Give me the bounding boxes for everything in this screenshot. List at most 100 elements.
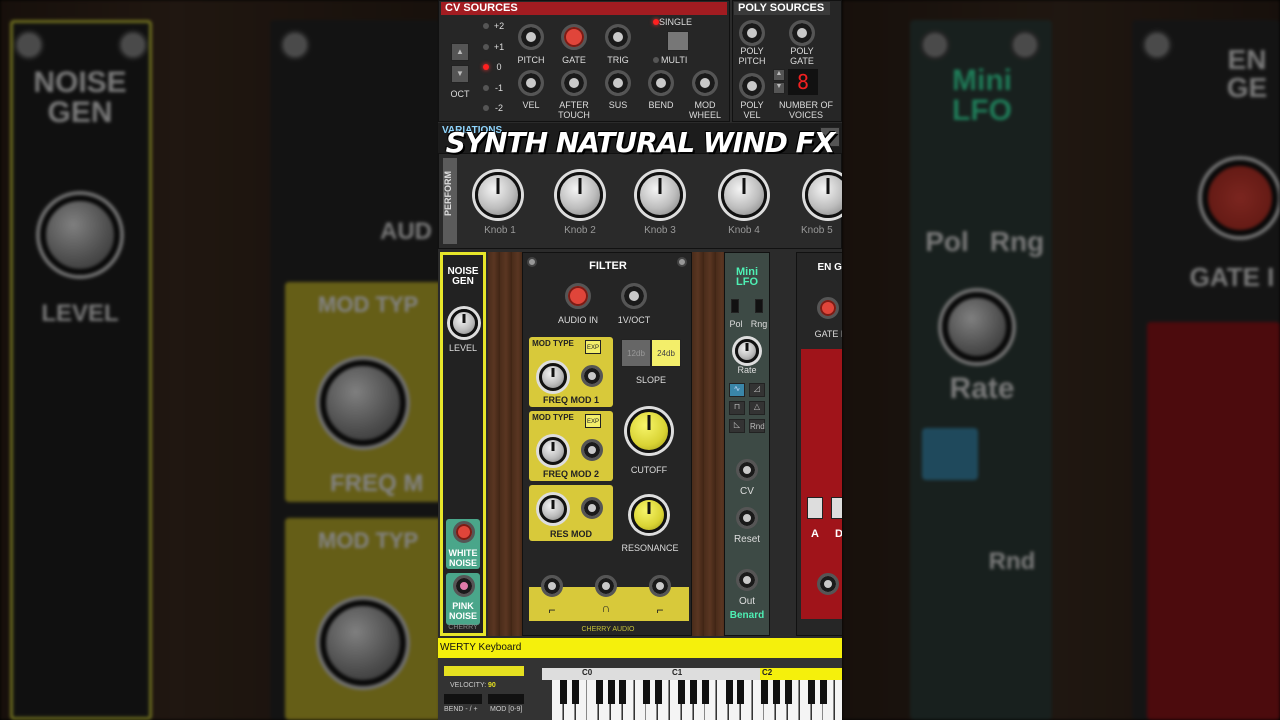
- freq-mod-2-knob[interactable]: [539, 437, 567, 465]
- lfo-reset-label: Reset: [733, 534, 761, 545]
- rng-label: Rng: [750, 319, 768, 329]
- mod-bar[interactable]: [488, 694, 524, 704]
- res-mod-jack[interactable]: [581, 497, 603, 519]
- velocity-bar[interactable]: [444, 666, 524, 676]
- aftertouch-jack[interactable]: [561, 70, 587, 96]
- v-oct-jack[interactable]: [621, 283, 647, 309]
- white-noise-jack[interactable]: [453, 521, 475, 543]
- black-key[interactable]: [701, 680, 709, 704]
- resonance-label: RESONANCE: [621, 543, 679, 553]
- audio-in-jack[interactable]: [565, 283, 591, 309]
- black-key[interactable]: [654, 680, 662, 704]
- black-key[interactable]: [760, 680, 768, 704]
- freq-mod-1-knob[interactable]: [539, 363, 567, 391]
- env-out-jack[interactable]: [817, 573, 839, 595]
- perform-knob-3[interactable]: [637, 172, 683, 218]
- bend-jack[interactable]: [648, 70, 674, 96]
- freq-mod-2-jack[interactable]: [581, 439, 603, 461]
- ramp-wave-button[interactable]: ◺: [729, 419, 745, 433]
- black-key[interactable]: [607, 680, 615, 704]
- perform-knob-2[interactable]: [557, 172, 603, 218]
- bg-env-sliders: [1147, 322, 1280, 720]
- black-key[interactable]: [619, 680, 627, 704]
- attack-slider[interactable]: [807, 497, 823, 519]
- voices-label: NUMBER OF VOICES: [779, 100, 833, 120]
- decay-label: D: [835, 528, 842, 540]
- mod-label: MOD [0-9]: [490, 706, 523, 713]
- octave-c0-label: C0: [582, 668, 593, 677]
- black-key[interactable]: [784, 680, 792, 704]
- black-key[interactable]: [560, 680, 568, 704]
- square-wave-button[interactable]: ⊓: [729, 401, 745, 415]
- freq-mod-1-jack[interactable]: [581, 365, 603, 387]
- exp-button-2[interactable]: EXP: [585, 414, 601, 428]
- trig-jack[interactable]: [605, 24, 631, 50]
- resonance-knob[interactable]: [631, 497, 667, 533]
- oct-zero: 0: [496, 62, 502, 72]
- pitch-jack[interactable]: [518, 24, 544, 50]
- pol-switch[interactable]: [731, 299, 739, 313]
- lowpass-out-jack-front[interactable]: [541, 575, 563, 597]
- oct-up-button[interactable]: ▲: [451, 43, 469, 61]
- slope-label: SLOPE: [635, 375, 666, 385]
- mod-wheel-jack[interactable]: [692, 70, 718, 96]
- poly-pitch-jack[interactable]: [739, 20, 765, 46]
- bandpass-out-jack-front[interactable]: [595, 575, 617, 597]
- perform-knob-1[interactable]: [475, 172, 521, 218]
- mini-lfo-title: Mini LFO: [736, 266, 758, 288]
- slope-24db-button[interactable]: 24db: [651, 339, 681, 367]
- triangle-wave-button[interactable]: △: [749, 401, 765, 415]
- poly-vel-jack[interactable]: [739, 73, 765, 99]
- sine-wave-button[interactable]: ∿: [729, 383, 745, 397]
- multi-led: [653, 57, 659, 63]
- random-wave-button[interactable]: Rnd: [749, 419, 765, 433]
- single-label: SINGLE: [659, 17, 693, 27]
- env-module: EN GE GATE I A D: [796, 252, 842, 636]
- bend-bar[interactable]: [444, 694, 482, 704]
- black-key[interactable]: [819, 680, 827, 704]
- black-key[interactable]: [725, 680, 733, 704]
- perform-knob-5[interactable]: [805, 172, 842, 218]
- saw-wave-button[interactable]: ◿: [749, 383, 765, 397]
- sus-jack[interactable]: [605, 70, 631, 96]
- perform-knob-4[interactable]: [721, 172, 767, 218]
- voices-up-button[interactable]: ▲: [773, 69, 785, 81]
- poly-gate-jack[interactable]: [789, 20, 815, 46]
- bandpass-icon: ∩: [601, 601, 611, 615]
- vel-jack[interactable]: [518, 70, 544, 96]
- slope-12db-button[interactable]: 12db: [621, 339, 651, 367]
- rng-switch[interactable]: [755, 299, 763, 313]
- lfo-cv-jack[interactable]: [736, 459, 758, 481]
- env-gate-jack[interactable]: [817, 297, 839, 319]
- voices-down-button[interactable]: ▼: [773, 82, 785, 94]
- black-key[interactable]: [737, 680, 745, 704]
- oct-down-button[interactable]: ▼: [451, 65, 469, 83]
- oct-label: OCT: [450, 89, 470, 99]
- exp-button[interactable]: EXP: [585, 340, 601, 354]
- black-key[interactable]: [690, 680, 698, 704]
- black-key[interactable]: [772, 680, 780, 704]
- black-key[interactable]: [572, 680, 580, 704]
- oct-plus2: +2: [493, 21, 505, 31]
- cutoff-knob[interactable]: [627, 409, 671, 453]
- bg-aud-label: AUD: [380, 218, 432, 245]
- noise-level-knob[interactable]: [450, 309, 478, 337]
- black-key[interactable]: [808, 680, 816, 704]
- gate-jack[interactable]: [561, 24, 587, 50]
- highpass-out-jack-front[interactable]: [649, 575, 671, 597]
- res-mod-label: RES MOD: [549, 529, 592, 539]
- lfo-out-jack[interactable]: [736, 569, 758, 591]
- pink-noise-jack[interactable]: [453, 575, 475, 597]
- perform-knob-4-label: Knob 4: [728, 225, 760, 236]
- black-key[interactable]: [642, 680, 650, 704]
- gate-label: GATE: [562, 55, 586, 65]
- black-key[interactable]: [595, 680, 603, 704]
- mode-toggle-button[interactable]: [667, 31, 689, 51]
- white-key[interactable]: [835, 680, 842, 720]
- lfo-reset-jack[interactable]: [736, 507, 758, 529]
- noise-brand: CHERRY: [448, 624, 478, 631]
- decay-slider[interactable]: [831, 497, 842, 519]
- black-key[interactable]: [678, 680, 686, 704]
- lfo-rate-knob[interactable]: [735, 339, 759, 363]
- res-mod-knob[interactable]: [539, 495, 567, 523]
